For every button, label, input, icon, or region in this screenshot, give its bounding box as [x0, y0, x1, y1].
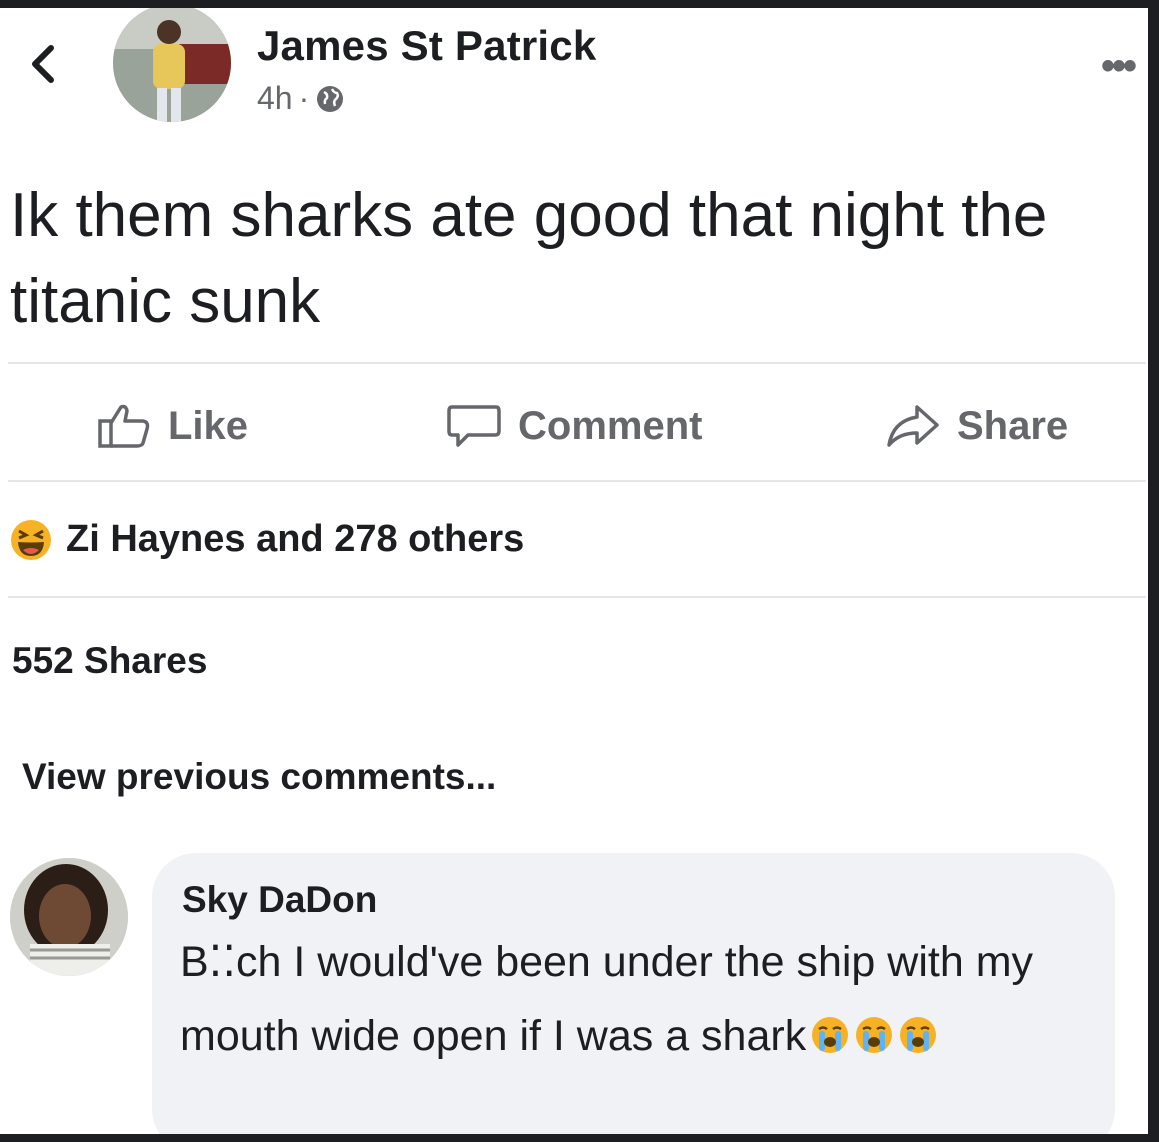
view-previous-comments-link[interactable]: View previous comments... [22, 756, 496, 798]
commenter-name[interactable]: Sky DaDon [182, 879, 377, 921]
meta-separator: · [298, 80, 310, 116]
comment-label: Comment [518, 403, 703, 448]
more-options-icon[interactable]: ••• [1101, 44, 1137, 89]
shares-count[interactable]: 552 Shares [12, 640, 207, 682]
comment-text: B⁚⁚ch I would've been under the ship wit… [180, 925, 1085, 1073]
share-button[interactable]: Share [885, 386, 1068, 466]
comment-bubble: Sky DaDon B⁚⁚ch I would've been under th… [152, 853, 1115, 1134]
share-arrow-icon [887, 405, 939, 447]
loudly-crying-emoji-icon [812, 1016, 849, 1053]
globe-icon [317, 85, 344, 112]
commenter-avatar[interactable] [10, 858, 128, 976]
like-button[interactable]: Like [98, 386, 248, 466]
action-bar: Like Comment Share [0, 386, 1148, 466]
share-label: Share [957, 403, 1069, 448]
comment-button[interactable]: Comment [446, 386, 702, 466]
post-card: James St Patrick 4h · ••• Ik them sharks… [0, 8, 1148, 1134]
author-name[interactable]: James St Patrick [257, 22, 596, 70]
thumbs-up-icon [98, 404, 150, 448]
post-text: Ik them sharks ate good that night the t… [10, 181, 1048, 336]
divider [8, 362, 1146, 364]
post-time[interactable]: 4h [257, 80, 293, 117]
post-meta: 4h · [257, 80, 345, 117]
chevron-left-icon [32, 45, 54, 83]
comment-icon [447, 405, 501, 447]
reaction-summary[interactable]: Zi Haynes and 278 others [10, 518, 524, 561]
loudly-crying-emoji-icon [856, 1016, 893, 1053]
laughing-emoji-icon [11, 519, 51, 560]
reaction-text: Zi Haynes and 278 others [66, 518, 525, 560]
loudly-crying-emoji-icon [900, 1016, 937, 1053]
divider [8, 596, 1146, 598]
divider [8, 480, 1146, 482]
author-avatar[interactable] [113, 8, 231, 122]
back-button[interactable] [18, 38, 70, 90]
like-label: Like [168, 403, 249, 448]
